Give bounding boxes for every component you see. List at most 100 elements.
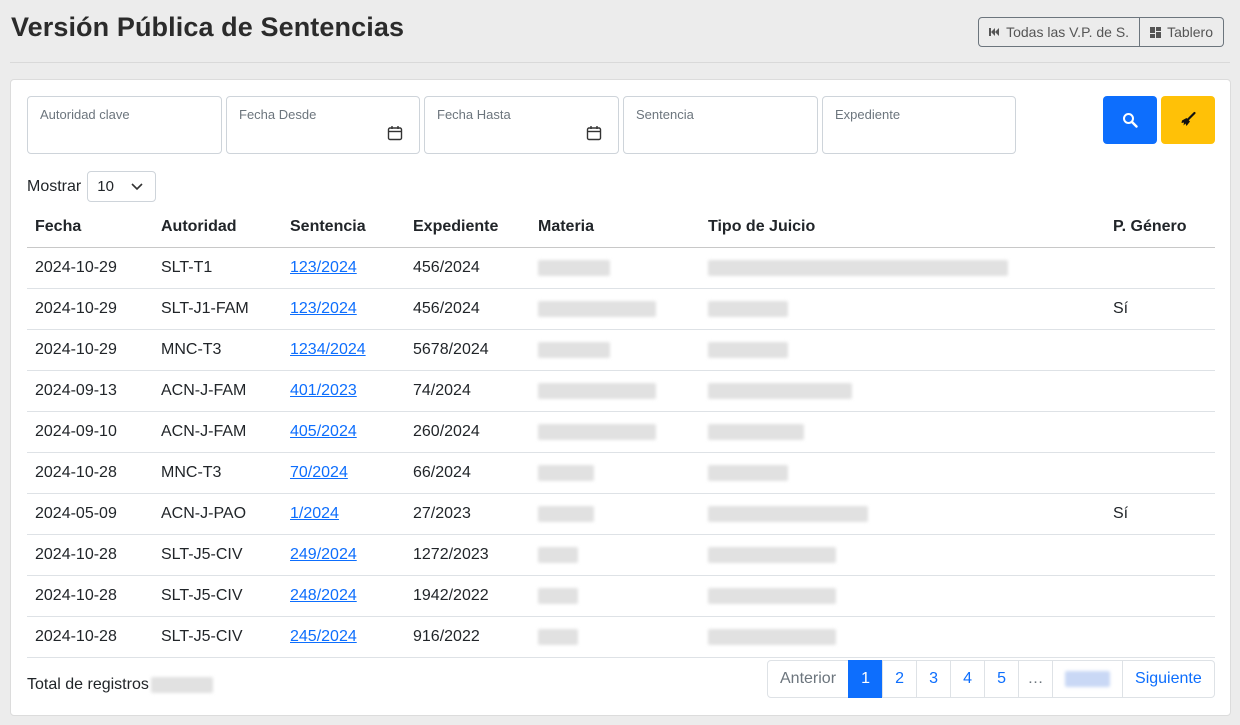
- sentencia-cell: 248/2024: [282, 575, 405, 617]
- sentencia-cell: 70/2024: [282, 452, 405, 494]
- previous-page-button[interactable]: Anterior: [767, 660, 850, 698]
- table-row: 2024-09-13 ACN-J-FAM 401/2023 74/2024: [27, 370, 1215, 412]
- genero-cell: [1105, 534, 1215, 576]
- tipo-juicio-cell: [700, 329, 1105, 371]
- expediente-cell: 5678/2024: [405, 329, 530, 371]
- redacted-text: [708, 464, 788, 481]
- page-button-2[interactable]: 2: [882, 660, 918, 698]
- expediente-cell: 456/2024: [405, 288, 530, 330]
- expediente-field[interactable]: Expediente: [822, 96, 1016, 154]
- autoridad-clave-label: Autoridad clave: [40, 107, 130, 122]
- autoridad-cell: ACN-J-PAO: [153, 493, 282, 535]
- sentencia-link[interactable]: 245/2024: [290, 628, 357, 645]
- fecha-hasta-label: Fecha Hasta: [437, 107, 511, 122]
- next-page-button[interactable]: Siguiente: [1122, 660, 1215, 698]
- genero-cell: [1105, 370, 1215, 412]
- mostrar-label: Mostrar: [27, 177, 82, 195]
- column-header[interactable]: Expediente: [405, 207, 530, 248]
- redacted-text: [538, 587, 578, 604]
- table-row: 2024-10-29 SLT-T1 123/2024 456/2024: [27, 247, 1215, 289]
- dashboard-button[interactable]: Tablero: [1140, 17, 1224, 47]
- autoridad-cell: ACN-J-FAM: [153, 411, 282, 453]
- sentencia-field[interactable]: Sentencia: [623, 96, 818, 154]
- calendar-icon[interactable]: [586, 125, 602, 141]
- materia-cell: [530, 616, 700, 658]
- expediente-cell: 916/2022: [405, 616, 530, 658]
- table-row: 2024-10-29 MNC-T3 1234/2024 5678/2024: [27, 329, 1215, 371]
- redacted-text: [708, 546, 836, 563]
- autoridad-clave-field[interactable]: Autoridad clave: [27, 96, 222, 154]
- fecha-cell: 2024-10-29: [27, 288, 153, 330]
- calendar-icon[interactable]: [387, 125, 403, 141]
- table-row: 2024-10-28 SLT-J5-CIV 248/2024 1942/2022: [27, 575, 1215, 617]
- sentencia-link[interactable]: 249/2024: [290, 546, 357, 563]
- total-records-label: Total de registros: [27, 676, 149, 693]
- tipo-juicio-cell: [700, 370, 1105, 412]
- sentencia-link[interactable]: 401/2023: [290, 382, 357, 399]
- column-header[interactable]: P. Género: [1105, 207, 1215, 248]
- sentencia-link[interactable]: 123/2024: [290, 300, 357, 317]
- page-size-select[interactable]: 10: [87, 171, 157, 202]
- fecha-desde-label: Fecha Desde: [239, 107, 317, 122]
- fecha-cell: 2024-05-09: [27, 493, 153, 535]
- materia-cell: [530, 452, 700, 494]
- page-button-1[interactable]: 1: [848, 660, 884, 698]
- page-button-3[interactable]: 3: [916, 660, 952, 698]
- results-card: Autoridad clave Fecha Desde Fecha Hasta …: [10, 79, 1231, 716]
- sentencia-cell: 123/2024: [282, 247, 405, 289]
- tipo-juicio-cell: [700, 411, 1105, 453]
- search-button[interactable]: [1103, 96, 1157, 144]
- materia-cell: [530, 288, 700, 330]
- tipo-juicio-cell: [700, 575, 1105, 617]
- autoridad-cell: SLT-J5-CIV: [153, 534, 282, 576]
- column-header[interactable]: Sentencia: [282, 207, 405, 248]
- column-header[interactable]: Materia: [530, 207, 700, 248]
- redacted-text: [708, 587, 836, 604]
- fecha-cell: 2024-09-10: [27, 411, 153, 453]
- sentencia-link[interactable]: 248/2024: [290, 587, 357, 604]
- redacted-text: [708, 259, 1008, 276]
- column-header[interactable]: Autoridad: [153, 207, 282, 248]
- genero-cell: Sí: [1105, 288, 1215, 330]
- sentencia-link[interactable]: 1234/2024: [290, 341, 366, 358]
- genero-cell: [1105, 247, 1215, 289]
- pagination: Anterior 1 2 3 4 5 … Siguiente: [767, 660, 1215, 698]
- total-records: Total de registros: [27, 676, 213, 694]
- expediente-cell: 1942/2022: [405, 575, 530, 617]
- fecha-hasta-field[interactable]: Fecha Hasta: [424, 96, 619, 154]
- expediente-cell: 1272/2023: [405, 534, 530, 576]
- page-button-4[interactable]: 4: [950, 660, 986, 698]
- materia-cell: [530, 493, 700, 535]
- sentencia-link[interactable]: 123/2024: [290, 259, 357, 276]
- redacted-text: [538, 546, 578, 563]
- autoridad-cell: SLT-T1: [153, 247, 282, 289]
- sentencia-cell: 245/2024: [282, 616, 405, 658]
- fecha-cell: 2024-09-13: [27, 370, 153, 412]
- sentencia-link[interactable]: 1/2024: [290, 505, 339, 522]
- all-public-versions-button[interactable]: Todas las V.P. de S.: [978, 17, 1141, 47]
- page-size-control: Mostrar 10: [27, 171, 157, 202]
- column-header[interactable]: Tipo de Juicio: [700, 207, 1105, 248]
- table-row: 2024-05-09 ACN-J-PAO 1/2024 27/2023 Sí: [27, 493, 1215, 535]
- genero-cell: [1105, 575, 1215, 617]
- page-size-value: 10: [97, 178, 114, 195]
- pagination-ellipsis: …: [1018, 660, 1054, 698]
- page-button-5[interactable]: 5: [984, 660, 1020, 698]
- redacted-text: [708, 382, 852, 399]
- clear-filters-button[interactable]: [1161, 96, 1215, 144]
- redacted-text: [708, 423, 804, 440]
- fecha-desde-field[interactable]: Fecha Desde: [226, 96, 420, 154]
- column-header[interactable]: Fecha: [27, 207, 153, 248]
- dashboard-label: Tablero: [1167, 24, 1213, 40]
- sentencia-cell: 401/2023: [282, 370, 405, 412]
- fecha-cell: 2024-10-28: [27, 616, 153, 658]
- redacted-text: [538, 259, 610, 276]
- genero-cell: Sí: [1105, 493, 1215, 535]
- fecha-cell: 2024-10-29: [27, 247, 153, 289]
- redacted-text: [538, 464, 594, 481]
- sentencia-link[interactable]: 405/2024: [290, 423, 357, 440]
- materia-cell: [530, 534, 700, 576]
- skip-back-icon: [989, 28, 1000, 36]
- last-page-button[interactable]: [1052, 660, 1124, 698]
- sentencia-link[interactable]: 70/2024: [290, 464, 348, 481]
